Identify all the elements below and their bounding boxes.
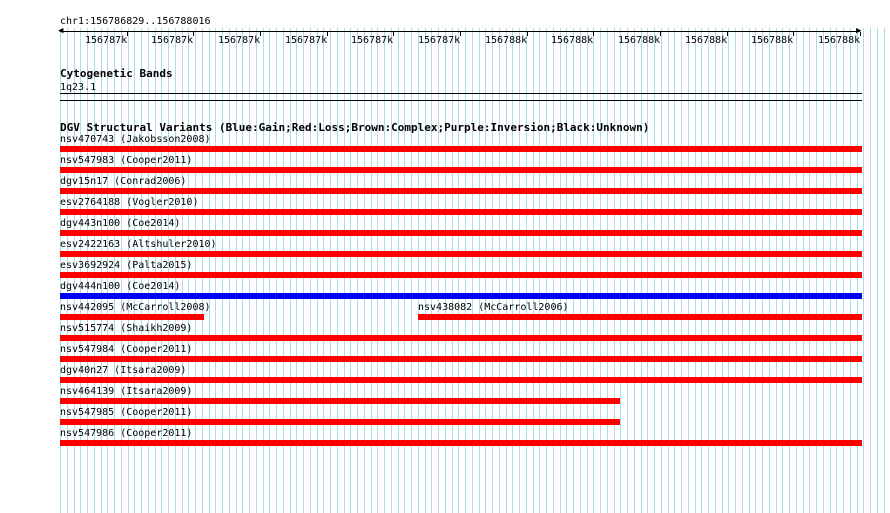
variant-bar[interactable] <box>60 356 862 362</box>
variant-bar[interactable] <box>60 188 862 194</box>
ruler-tick-label: 156787k <box>351 35 394 46</box>
ruler-tick-label: 156787k <box>285 35 328 46</box>
variant-bar[interactable] <box>60 272 862 278</box>
grid-line <box>877 28 878 513</box>
variant-label[interactable]: esv2764188 (Vogler2010) <box>60 197 198 208</box>
variant-label[interactable]: nsv547985 (Cooper2011) <box>60 407 192 418</box>
ruler-tick-label: 156787k <box>418 35 461 46</box>
ruler-tick-label: 156787k <box>218 35 261 46</box>
variant-label[interactable]: dgv444n100 (Coe2014) <box>60 281 180 292</box>
ruler-tick-label: 156788k <box>818 35 861 46</box>
variant-bar[interactable] <box>60 398 620 404</box>
ruler-tick-label: 156787k <box>85 35 128 46</box>
cyto-track-title: Cytogenetic Bands <box>60 67 173 80</box>
variant-label[interactable]: nsv438082 (McCarroll2006) <box>418 302 569 313</box>
variant-bar[interactable] <box>60 209 862 215</box>
variant-bar[interactable] <box>60 377 862 383</box>
cyto-band-label[interactable]: 1q23.1 <box>60 82 96 93</box>
variant-bar[interactable] <box>60 230 862 236</box>
ruler-tick-label: 156788k <box>751 35 794 46</box>
variant-label[interactable]: esv3692924 (Palta2015) <box>60 260 192 271</box>
variant-label[interactable]: nsv442095 (McCarroll2008) <box>60 302 211 313</box>
variant-bar[interactable] <box>60 167 862 173</box>
variant-bar[interactable] <box>60 419 620 425</box>
variant-bar[interactable] <box>60 440 862 446</box>
ruler-tick-label: 156788k <box>685 35 728 46</box>
ruler-tick-label: 156787k <box>151 35 194 46</box>
variant-label[interactable]: nsv464139 (Itsara2009) <box>60 386 192 397</box>
variant-label[interactable]: nsv547983 (Cooper2011) <box>60 155 192 166</box>
variant-bar[interactable] <box>60 314 204 320</box>
grid-line <box>884 28 885 513</box>
dgv-track-title: DGV Structural Variants (Blue:Gain;Red:L… <box>60 121 650 134</box>
variant-bar[interactable] <box>60 293 862 299</box>
variant-label[interactable]: nsv547986 (Cooper2011) <box>60 428 192 439</box>
grid-line <box>863 28 864 513</box>
variant-label[interactable]: nsv515774 (Shaikh2009) <box>60 323 192 334</box>
variant-label[interactable]: nsv547984 (Cooper2011) <box>60 344 192 355</box>
ruler-tick-label: 156788k <box>485 35 528 46</box>
variant-bar[interactable] <box>60 251 862 257</box>
ruler-tick-label: 156788k <box>618 35 661 46</box>
variant-bar[interactable] <box>60 146 862 152</box>
variant-bar[interactable] <box>418 314 862 320</box>
variant-label[interactable]: nsv470743 (Jakobsson2008) <box>60 134 211 145</box>
grid-line <box>870 28 871 513</box>
variant-label[interactable]: dgv443n100 (Coe2014) <box>60 218 180 229</box>
ruler-tick-label: 156788k <box>551 35 594 46</box>
variant-bar[interactable] <box>60 335 862 341</box>
variant-label[interactable]: dgv40n27 (Itsara2009) <box>60 365 186 376</box>
cyto-band-line-bottom <box>60 100 862 101</box>
cyto-band-line-top <box>60 93 862 94</box>
variant-label[interactable]: esv2422163 (Altshuler2010) <box>60 239 217 250</box>
ruler-location: chr1:156786829..156788016 <box>60 16 211 27</box>
variant-label[interactable]: dgv15n17 (Conrad2006) <box>60 176 186 187</box>
arrow-left-icon[interactable]: ◀ <box>58 27 63 36</box>
